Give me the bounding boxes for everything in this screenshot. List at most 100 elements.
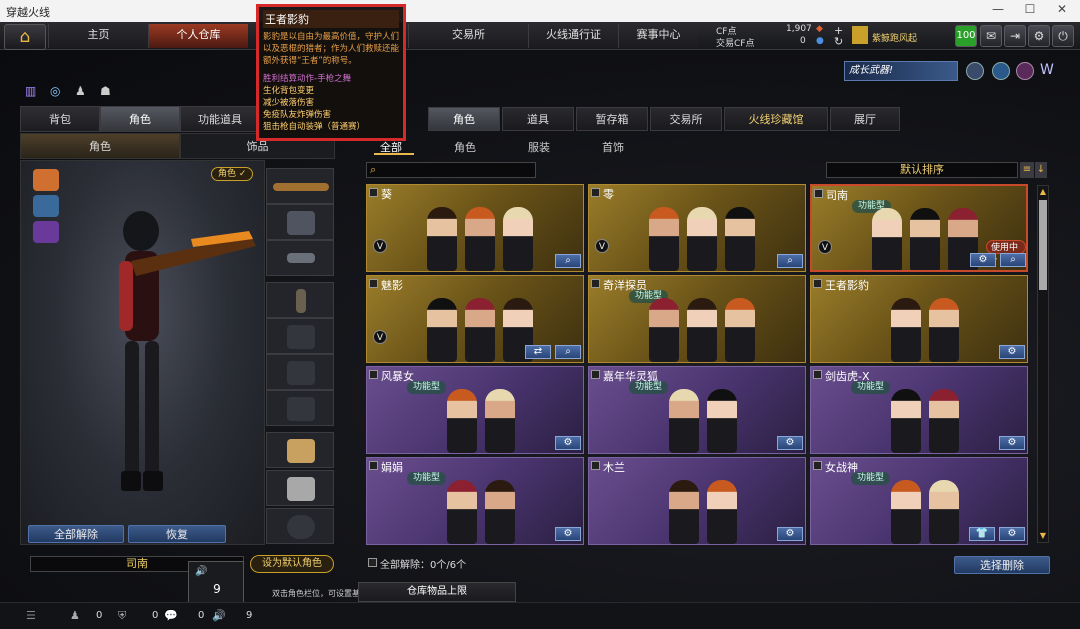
exit-icon[interactable]: ⇥ xyxy=(1004,25,1026,47)
card-checkbox[interactable] xyxy=(369,370,378,379)
character-card[interactable]: 司南功能型V使用中✓⚙⌕ xyxy=(810,184,1028,272)
promo-banner[interactable]: 成长武器! xyxy=(844,61,958,81)
home-icon[interactable]: ⌂ xyxy=(4,24,46,50)
search-input[interactable]: ⌕ xyxy=(366,162,536,178)
character-card[interactable]: 女战神 功能型 👕 ⚙ xyxy=(810,457,1028,545)
card-checkbox[interactable] xyxy=(591,279,600,288)
card-checkbox[interactable] xyxy=(813,279,822,288)
globe-icon[interactable] xyxy=(992,62,1010,80)
swap-icon[interactable]: ⇄ xyxy=(525,345,551,359)
card-checkbox[interactable] xyxy=(591,188,600,197)
equip-slot-vest[interactable] xyxy=(266,354,334,390)
warehouse-limit-button[interactable]: 仓库物品上限 xyxy=(358,582,516,602)
mask-icon[interactable] xyxy=(33,195,59,217)
menu-icon[interactable]: ☰ xyxy=(26,609,36,622)
maximize-icon[interactable]: ☐ xyxy=(1014,2,1046,20)
equip-slot-weapon[interactable] xyxy=(266,168,334,204)
search-icon[interactable]: ⌕ xyxy=(1000,253,1026,267)
nav-tab-battlepass[interactable]: 火线通行证 xyxy=(528,24,618,48)
card-checkbox[interactable] xyxy=(813,370,822,379)
filter-character[interactable]: 角色 xyxy=(454,139,476,155)
friends-icon[interactable]: ♟ xyxy=(70,609,80,622)
rtab-exchange[interactable]: 交易所 xyxy=(650,107,722,131)
minimize-icon[interactable]: — xyxy=(982,2,1014,20)
gift-icon[interactable]: ⚙ xyxy=(999,436,1025,450)
volume-popup[interactable]: 🔊 9 xyxy=(188,561,244,607)
rtab-gallery[interactable]: 展厅 xyxy=(830,107,900,131)
equip-slot-pants[interactable] xyxy=(266,390,334,426)
restore-button[interactable]: 恢复 xyxy=(128,525,226,543)
nav-tab-exchange[interactable]: 交易所 xyxy=(408,24,528,48)
shield-icon[interactable]: ⛨ xyxy=(118,609,126,623)
scroll-down-icon[interactable]: ▼ xyxy=(1038,531,1048,541)
rtab-collection[interactable]: 火线珍藏馆 xyxy=(724,107,828,131)
character-card[interactable]: 零 V ⌕ xyxy=(588,184,806,272)
scroll-up-icon[interactable]: ▲ xyxy=(1038,187,1048,197)
bag-icon[interactable]: ☗ xyxy=(100,84,114,98)
card-checkbox[interactable] xyxy=(369,461,378,470)
sort-order-icon[interactable]: ↓ xyxy=(1035,162,1047,178)
star-icon[interactable] xyxy=(1016,62,1034,80)
ranking-icon[interactable]: ▥ xyxy=(25,84,39,98)
select-delete-button[interactable]: 选择删除 xyxy=(954,556,1050,574)
equip-slot-necklace[interactable] xyxy=(266,282,334,318)
equip-slot-head[interactable] xyxy=(266,204,334,240)
filter-jewelry[interactable]: 首饰 xyxy=(602,139,624,155)
wing-icon[interactable] xyxy=(33,221,59,243)
character-preview[interactable]: 角色 ✓ xyxy=(20,160,265,545)
equip-slot-extra[interactable] xyxy=(266,508,334,544)
volume-icon[interactable]: 🔊 xyxy=(212,609,226,622)
card-checkbox[interactable] xyxy=(369,188,378,197)
nav-tab-home[interactable]: 主页 xyxy=(48,24,148,48)
gift-icon[interactable]: ⚙ xyxy=(999,345,1025,359)
eagle-icon[interactable] xyxy=(33,169,59,191)
level-badge[interactable]: 100 xyxy=(955,25,977,47)
gift-icon[interactable]: ⚙ xyxy=(777,527,803,541)
character-card[interactable]: 奇洋探员 功能型 xyxy=(588,275,806,363)
equip-slot-glasses[interactable] xyxy=(266,240,334,276)
unequip-all-button[interactable]: 全部解除 xyxy=(28,525,124,543)
character-card[interactable]: 木兰 ⚙ xyxy=(588,457,806,545)
list-view-icon[interactable]: ≡ xyxy=(1020,162,1034,178)
equip-slot-pet2[interactable] xyxy=(266,470,334,506)
search-icon[interactable]: ⌕ xyxy=(555,254,581,268)
select-all-checkbox[interactable] xyxy=(368,558,377,567)
gift-icon[interactable]: ⚙ xyxy=(777,436,803,450)
emblem-icon[interactable] xyxy=(966,62,984,80)
card-checkbox[interactable] xyxy=(813,461,822,470)
close-icon[interactable]: ✕ xyxy=(1046,2,1078,20)
equip-slot-pet1[interactable] xyxy=(266,432,334,468)
chat-icon[interactable]: 💬 xyxy=(164,609,178,622)
search-icon[interactable]: ⌕ xyxy=(555,345,581,359)
search-icon[interactable]: ⌕ xyxy=(777,254,803,268)
shirt-icon[interactable]: 👕 xyxy=(969,527,995,541)
sort-select[interactable]: 默认排序 xyxy=(826,162,1018,178)
card-checkbox[interactable] xyxy=(814,189,823,198)
card-checkbox[interactable] xyxy=(591,370,600,379)
gift-icon[interactable]: ⚙ xyxy=(999,527,1025,541)
scroll-thumb[interactable] xyxy=(1039,200,1047,290)
gift-icon[interactable]: ⚙ xyxy=(970,253,996,267)
rtab-storage[interactable]: 暂存箱 xyxy=(576,107,648,131)
filter-clothing[interactable]: 服装 xyxy=(528,139,550,155)
mail-icon[interactable]: ✉ xyxy=(980,25,1002,47)
tab-character[interactable]: 角色 xyxy=(100,106,180,132)
power-icon[interactable]: ⏻ xyxy=(1052,25,1074,47)
target-icon[interactable]: ◎ xyxy=(50,84,64,98)
set-default-button[interactable]: 设为默认角色 xyxy=(250,555,334,573)
nav-tab-warehouse[interactable]: 个人仓库 xyxy=(148,24,248,48)
vip-icon[interactable]: W xyxy=(1040,62,1058,80)
tab-backpack[interactable]: 背包 xyxy=(20,106,100,132)
character-card[interactable]: 王者影豹 ⚙ xyxy=(810,275,1028,363)
user-icon[interactable]: ♟ xyxy=(75,84,89,98)
card-checkbox[interactable] xyxy=(591,461,600,470)
nav-tab-events[interactable]: 赛事中心 xyxy=(618,24,698,48)
character-card[interactable]: 葵 V ⌕ xyxy=(366,184,584,272)
character-card[interactable]: 嘉年华灵狐 功能型 ⚙ xyxy=(588,366,806,454)
gear-icon[interactable]: ⚙ xyxy=(1028,25,1050,47)
card-checkbox[interactable] xyxy=(369,279,378,288)
equip-slot-body[interactable] xyxy=(266,318,334,354)
scrollbar[interactable]: ▲ ▼ xyxy=(1037,185,1049,543)
character-card[interactable]: 剑齿虎-X 功能型 ⚙ xyxy=(810,366,1028,454)
subtab-character[interactable]: 角色 xyxy=(20,133,180,159)
